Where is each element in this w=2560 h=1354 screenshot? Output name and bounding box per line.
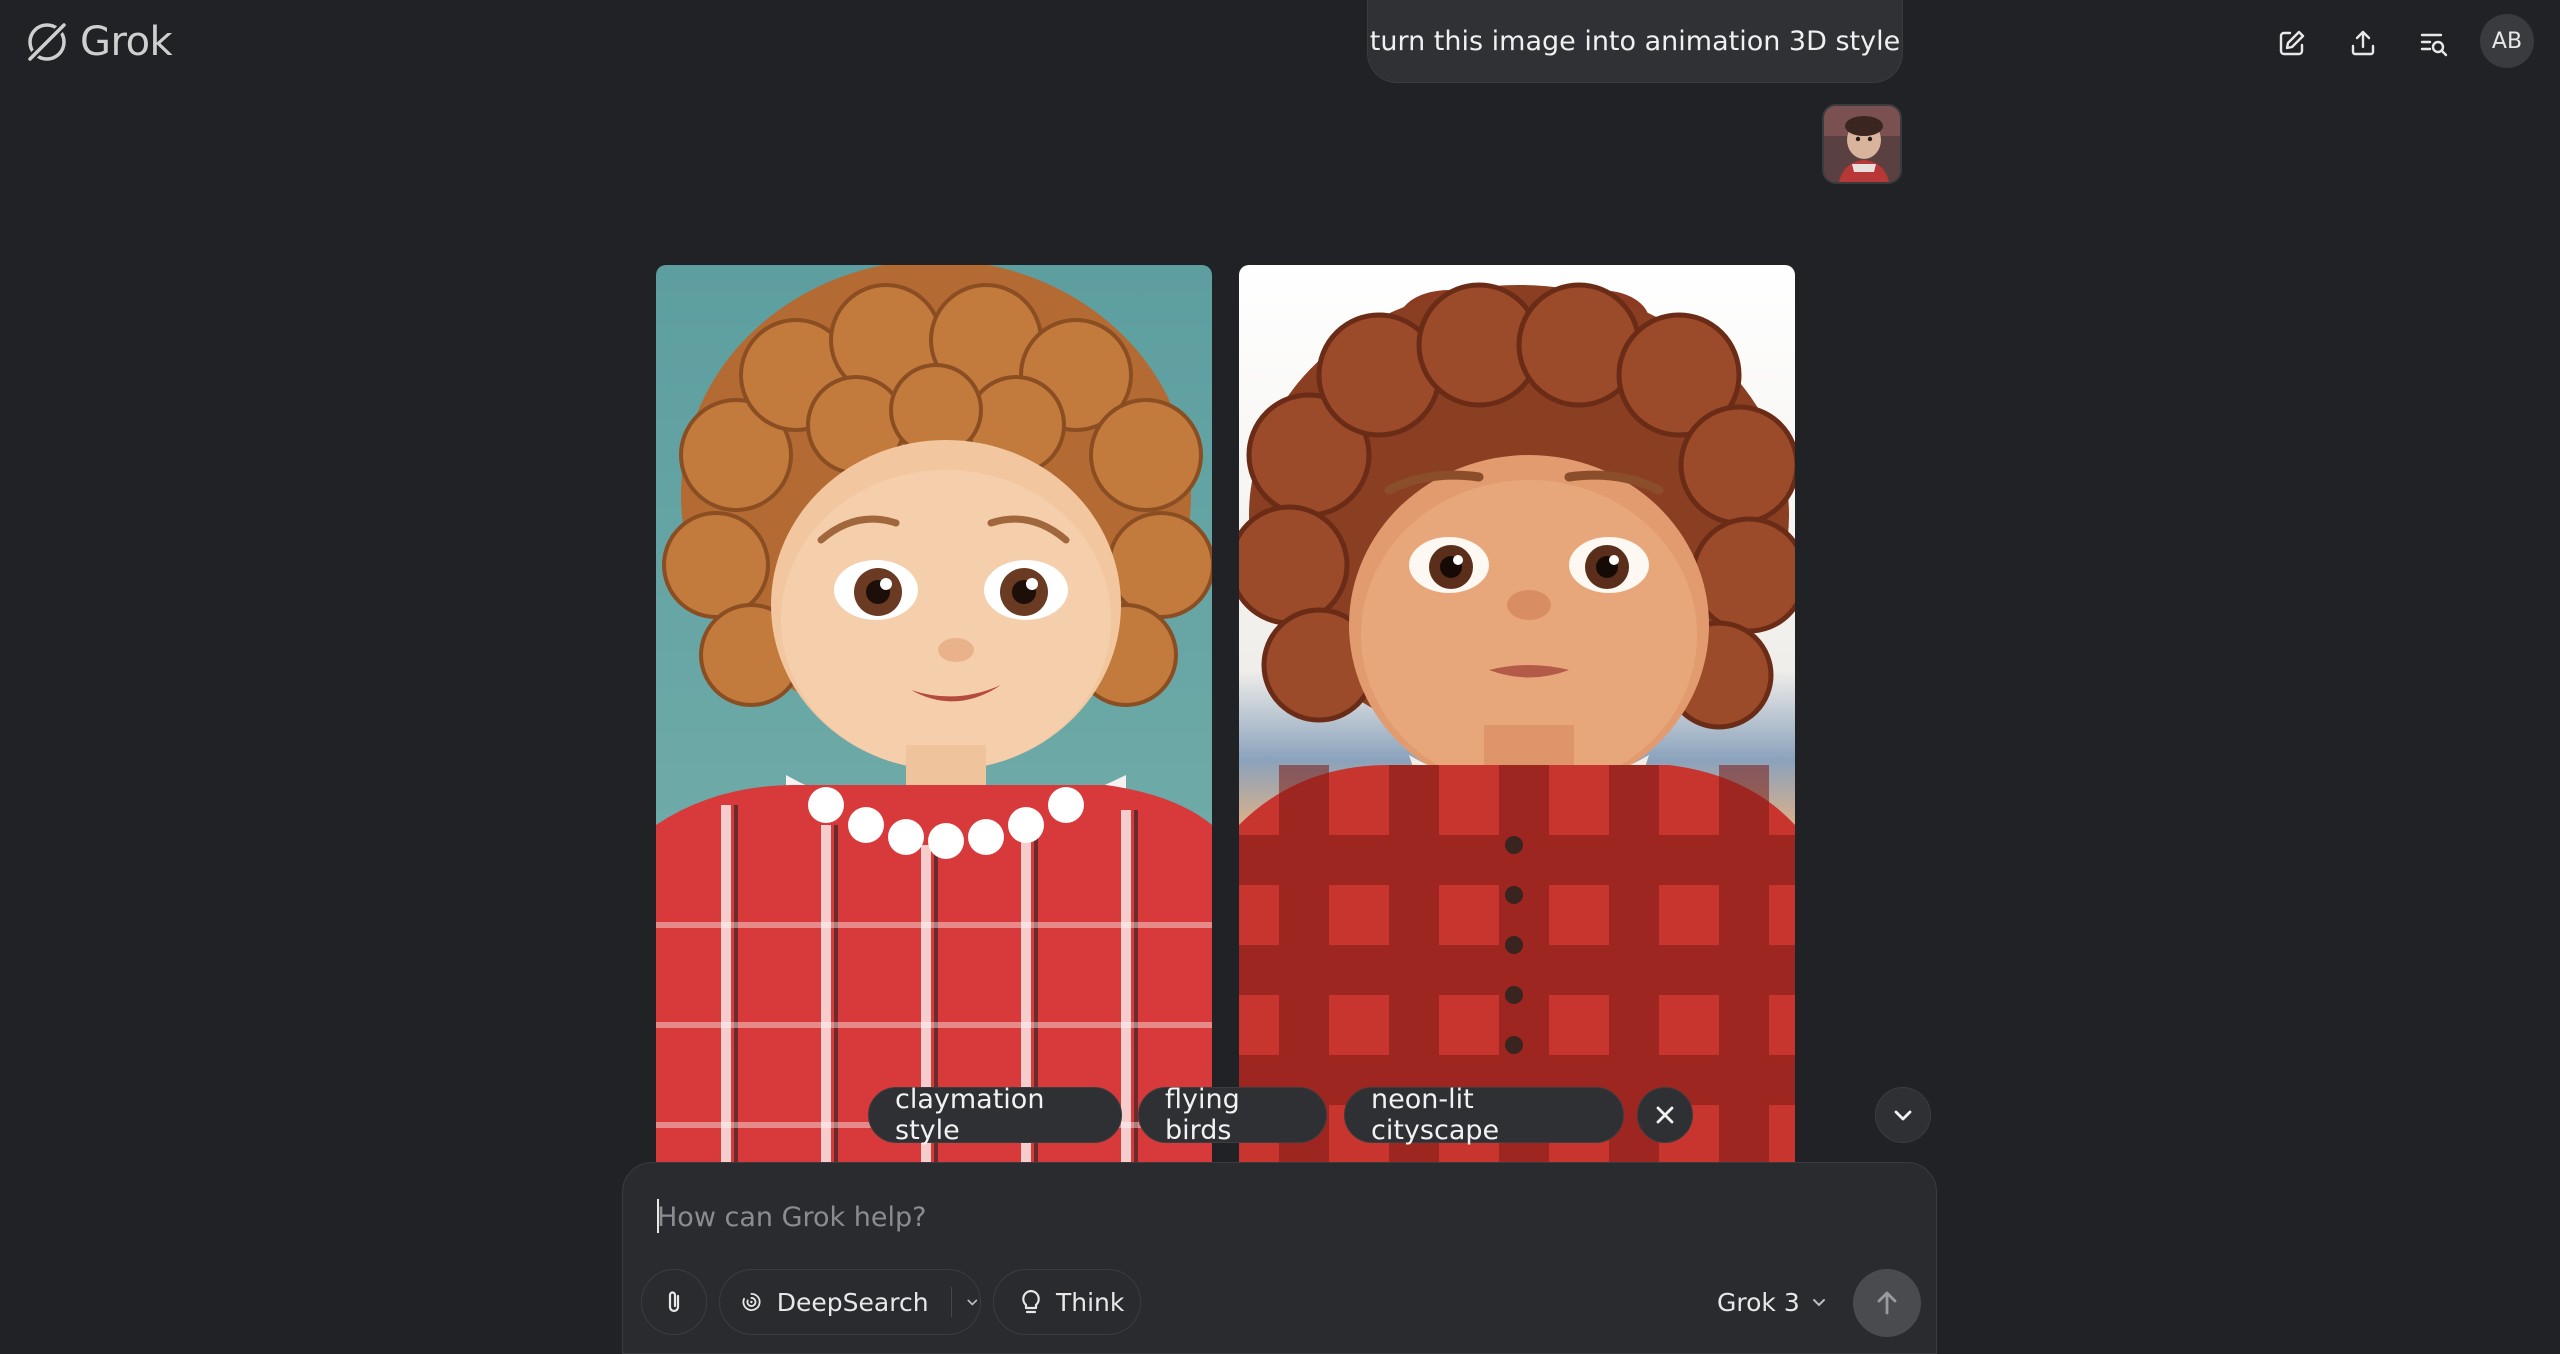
suggestion-chip-3[interactable]: neon-lit cityscape xyxy=(1344,1084,1624,1146)
grok-app: Grok turn this image into animation 3D s… xyxy=(0,0,2560,1354)
share-button[interactable] xyxy=(2338,18,2388,68)
think-label: Think xyxy=(1056,1287,1125,1317)
scroll-to-bottom-button[interactable] xyxy=(1875,1087,1931,1143)
grok-logo[interactable]: Grok xyxy=(22,12,173,72)
deepsearch-icon xyxy=(742,1292,761,1312)
grok-logo-icon xyxy=(25,20,69,64)
generated-image-1[interactable] xyxy=(656,265,1212,1165)
prompt-input[interactable] xyxy=(657,1197,1857,1237)
send-button[interactable] xyxy=(1853,1269,1921,1337)
clay-girl-illustration xyxy=(1239,282,1795,1165)
dismiss-suggestions-button[interactable] xyxy=(1637,1087,1693,1143)
generated-image-2[interactable] xyxy=(1239,265,1795,1165)
paperclip-icon xyxy=(668,1291,680,1313)
chevron-down-icon[interactable] xyxy=(965,1293,980,1311)
uploaded-image-thumbnail[interactable] xyxy=(1822,104,1902,184)
lightbulb-icon xyxy=(1022,1289,1040,1314)
chevron-down-icon xyxy=(1894,1110,1912,1121)
suggestion-chip-2[interactable]: flying birds xyxy=(1138,1084,1327,1146)
attach-button[interactable] xyxy=(641,1269,707,1335)
deepsearch-label: DeepSearch xyxy=(776,1287,929,1317)
composer: DeepSearch Think Grok 3 xyxy=(622,1162,1937,1354)
deepsearch-button[interactable]: DeepSearch xyxy=(719,1269,981,1335)
share-icon xyxy=(2351,30,2375,56)
edit-icon xyxy=(2279,30,2305,56)
suggestion-chip-1[interactable]: claymation style xyxy=(868,1084,1122,1146)
chevron-down-icon xyxy=(1812,1299,1825,1307)
model-label: Grok 3 xyxy=(1717,1287,1800,1317)
text-caret xyxy=(657,1199,659,1233)
history-search-button[interactable] xyxy=(2409,18,2459,68)
arrow-up-icon xyxy=(1877,1291,1897,1315)
think-button[interactable]: Think xyxy=(993,1269,1141,1335)
logo-text: Grok xyxy=(80,19,173,65)
close-icon xyxy=(1656,1106,1674,1124)
user-avatar[interactable]: AB xyxy=(2480,14,2534,68)
new-chat-button[interactable] xyxy=(2267,18,2317,68)
user-message: turn this image into animation 3D style xyxy=(1367,0,1903,83)
uploaded-photo xyxy=(1824,106,1900,182)
divider xyxy=(950,1287,952,1317)
search-history-icon xyxy=(2420,33,2448,57)
cartoon-girl-illustration xyxy=(656,265,1212,1165)
model-selector[interactable]: Grok 3 xyxy=(1717,1269,1828,1335)
